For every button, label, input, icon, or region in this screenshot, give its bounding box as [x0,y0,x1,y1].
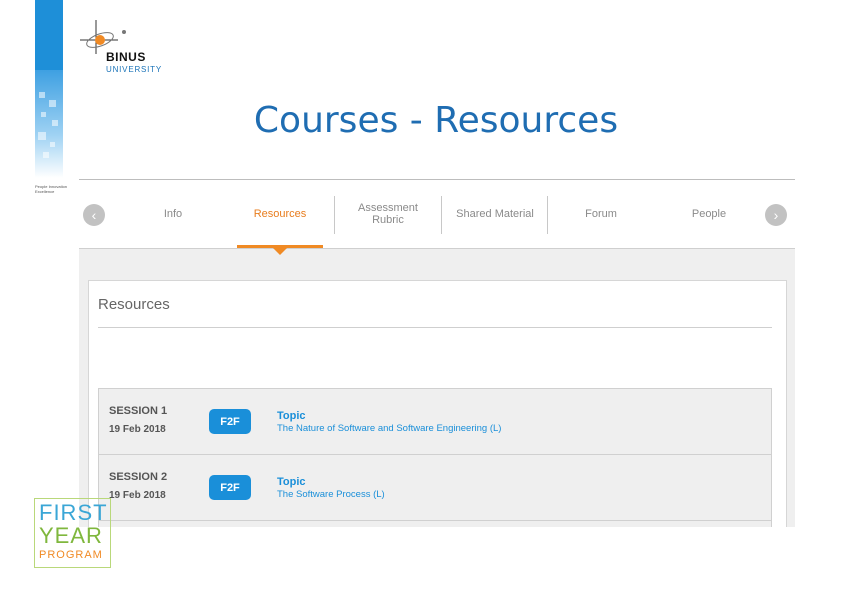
lms-screenshot: ‹ Info Resources Assessment Rubric Share… [79,179,795,527]
session-name: SESSION 2 [109,471,168,483]
tab-divider [334,196,335,234]
slide-title: Courses - Resources [253,100,619,141]
delivery-mode-badge: F2F [209,409,251,434]
session-date: 19 Feb 2018 [109,424,166,435]
tab-shared-material[interactable]: Shared Material [447,190,543,238]
active-tab-caret-icon [273,248,287,255]
tab-resources[interactable]: Resources [237,190,323,238]
program-logo-line2: YEAR [39,523,103,548]
course-tab-bar: ‹ Info Resources Assessment Rubric Share… [79,180,795,249]
brand-tagline: People Innovation Excellence [35,184,68,194]
first-year-program-logo: FIRST YEAR PROGRAM [34,498,111,568]
session-row[interactable]: SESSION 1 19 Feb 2018 F2F Topic The Natu… [98,388,772,455]
session-row[interactable] [98,520,772,527]
delivery-mode-badge: F2F [209,475,251,500]
resources-heading: Resources [98,296,170,313]
university-logo: BINUS UNIVERSITY [78,18,173,76]
topic-label: Topic [277,476,306,488]
decorative-side-strip [35,0,63,178]
tab-divider [547,196,548,234]
tab-forum[interactable]: Forum [563,190,639,238]
tab-people[interactable]: People [671,190,747,238]
tab-info[interactable]: Info [135,190,211,238]
chevron-right-icon[interactable]: › [765,204,787,226]
tab-assessment-rubric[interactable]: Assessment Rubric [345,190,431,238]
chevron-left-icon[interactable]: ‹ [83,204,105,226]
topic-link[interactable]: The Software Process (L) [277,489,385,500]
heading-divider [98,327,772,328]
topic-label: Topic [277,410,306,422]
topic-link[interactable]: The Nature of Software and Software Engi… [277,423,501,434]
logo-subtitle: UNIVERSITY [106,65,163,74]
program-logo-line3: PROGRAM [39,549,103,561]
logo-wordmark: BINUS [106,50,146,64]
session-name: SESSION 1 [109,405,168,417]
session-date: 19 Feb 2018 [109,490,166,501]
resources-card: Resources SESSION 1 19 Feb 2018 F2F Topi… [88,280,787,527]
session-row[interactable]: SESSION 2 19 Feb 2018 F2F Topic The Soft… [98,454,772,521]
tab-divider [441,196,442,234]
